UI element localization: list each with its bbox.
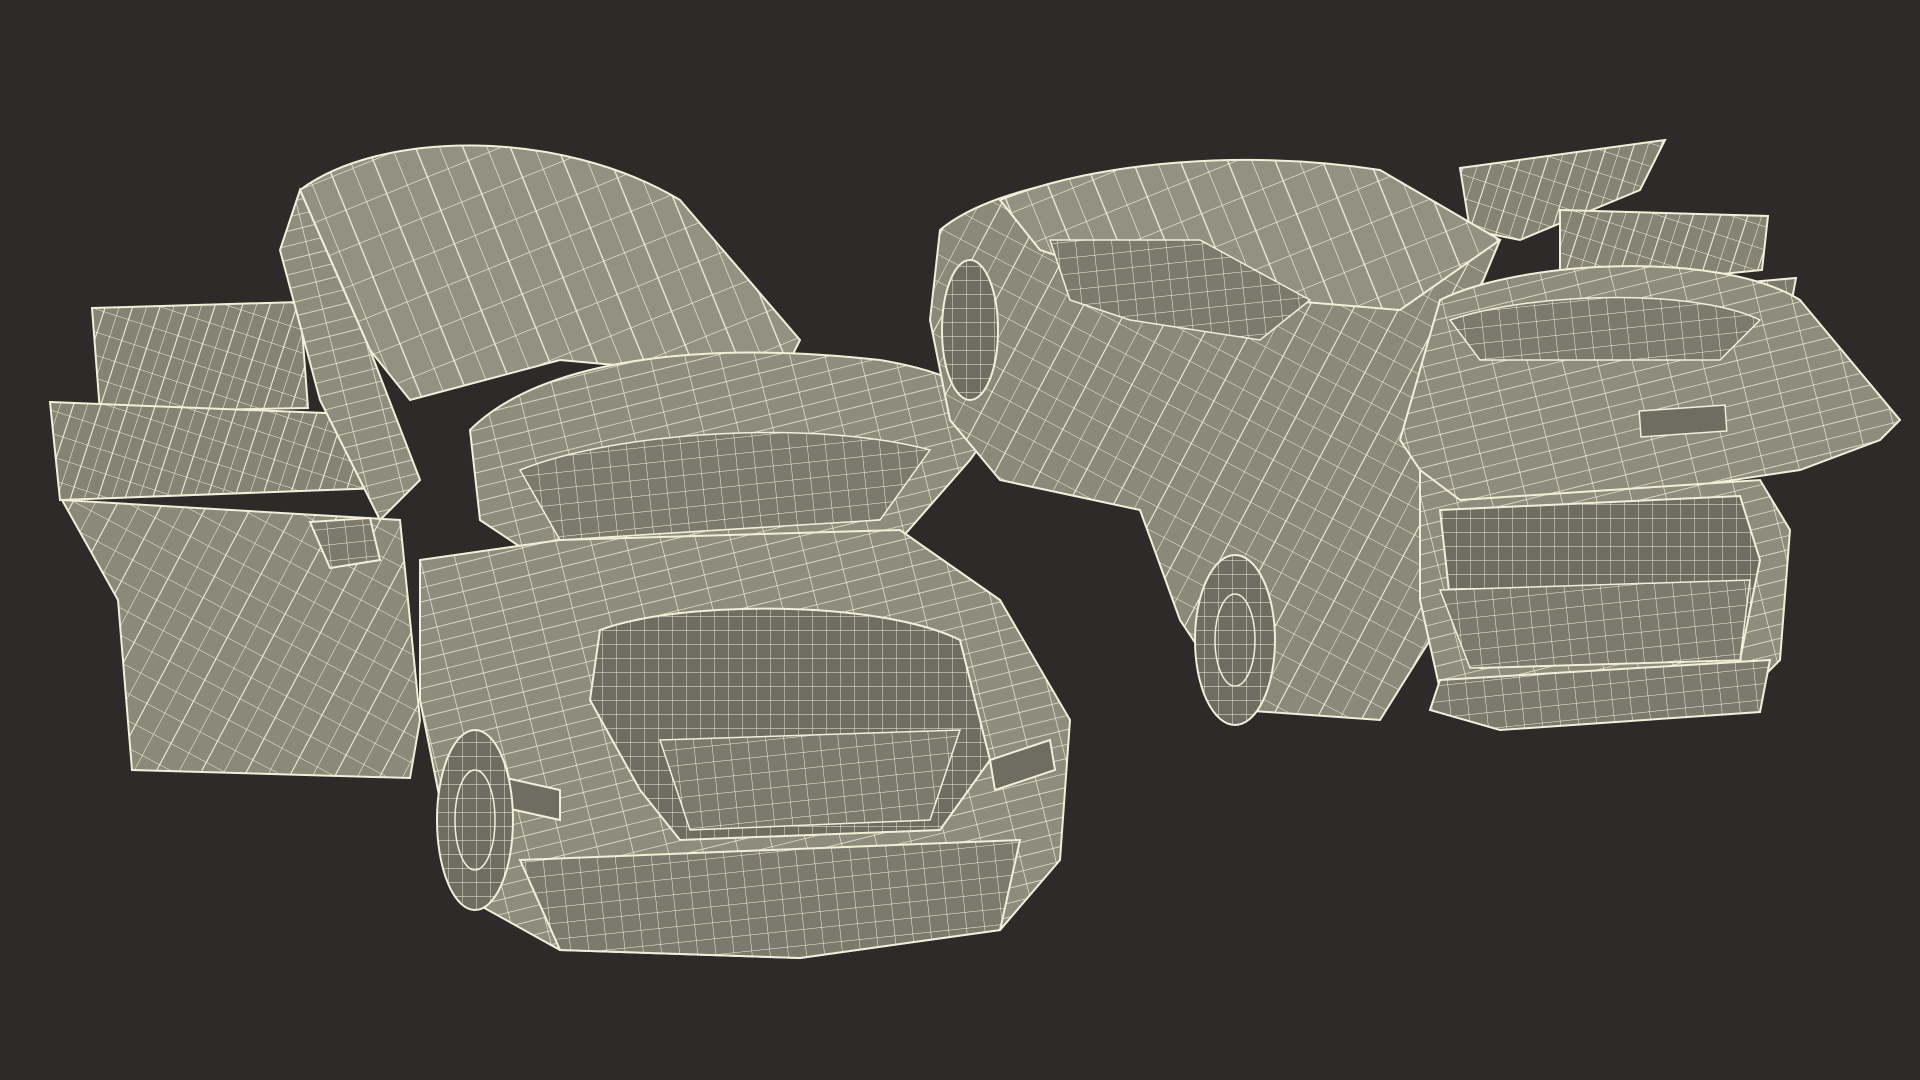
rear-view-car [928,138,1902,732]
front-bumper [518,838,1022,960]
render-viewport [0,0,1920,1080]
rear-left-wheel [1194,554,1276,726]
license-plate-area [1638,404,1728,438]
front-view-car [48,144,1072,960]
front-left-wheel [436,729,514,911]
rear-door-panel [90,300,310,414]
front-left-wheel [941,259,999,401]
wireframe-scene [48,138,1902,960]
cargo-floor [1438,579,1751,669]
frunk-floor [658,729,962,831]
